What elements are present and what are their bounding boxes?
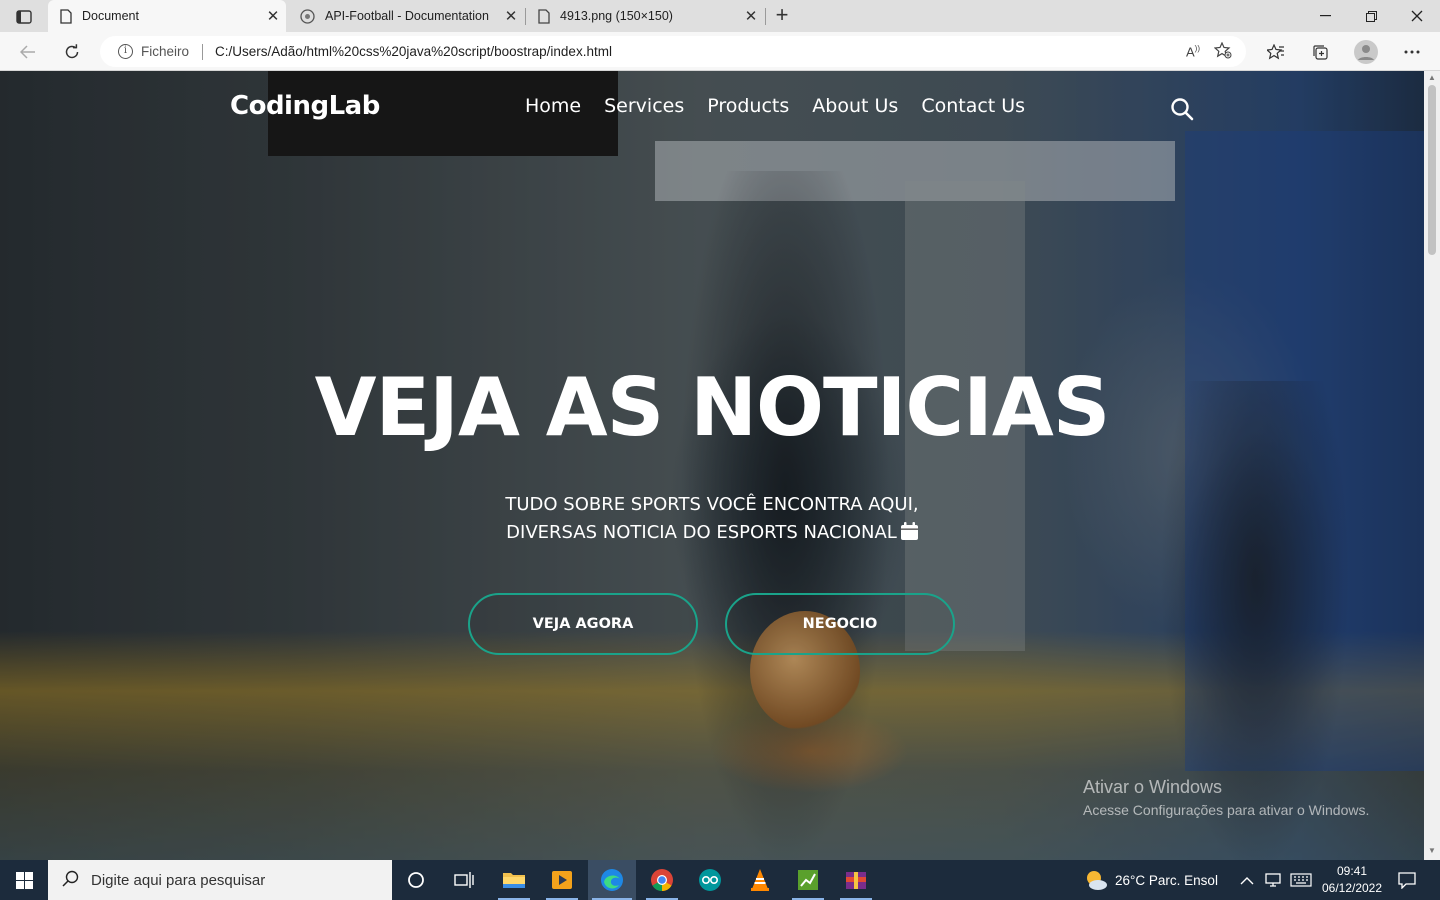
tab-actions-menu-icon[interactable] — [8, 6, 40, 28]
profile-avatar-icon[interactable] — [1352, 38, 1380, 66]
nav-link-home[interactable]: Home — [525, 95, 581, 117]
windows-activation-watermark: Ativar o Windows Acesse Configurações pa… — [1083, 777, 1369, 818]
activation-title: Ativar o Windows — [1083, 777, 1223, 797]
close-tab-icon[interactable]: ✕ — [738, 7, 764, 25]
arduino-icon[interactable] — [686, 860, 734, 900]
windows-start-icon[interactable] — [0, 860, 48, 900]
archive-app-icon[interactable] — [832, 860, 880, 900]
edge-browser-icon[interactable] — [588, 860, 636, 900]
windows-taskbar: Digite aqui para pesquisar 26°C Parc. En… — [0, 860, 1440, 900]
tab-image[interactable]: 4913.png (150×150) ✕ — [526, 0, 764, 32]
scroll-up-icon[interactable]: ▲ — [1428, 73, 1436, 82]
scroll-down-icon[interactable]: ▼ — [1428, 846, 1436, 855]
search-icon[interactable] — [1170, 97, 1194, 121]
weather-text: 26°C Parc. Ensol — [1115, 872, 1218, 888]
file-explorer-icon[interactable] — [490, 860, 538, 900]
page-scrollbar[interactable]: ▲ ▼ — [1424, 71, 1440, 860]
page-icon — [60, 8, 72, 24]
football-icon — [300, 8, 315, 24]
tab-separator — [765, 8, 766, 25]
hero-title: VEJA AS NOTICIAS — [314, 361, 1111, 454]
hero-overlay — [0, 71, 1424, 860]
chart-app-icon[interactable] — [784, 860, 832, 900]
search-icon — [62, 870, 79, 891]
media-player-icon[interactable] — [538, 860, 586, 900]
nav-link-contact[interactable]: Contact Us — [921, 95, 1025, 117]
weather-partly-sunny-icon — [1087, 871, 1107, 890]
browser-tab-bar: Document ✕ API-Football - Documentation … — [0, 0, 1440, 32]
task-view-icon[interactable] — [440, 860, 488, 900]
vlc-player-icon[interactable] — [736, 860, 784, 900]
add-favorite-icon[interactable] — [1213, 41, 1232, 62]
browser-toolbar: i Ficheiro C:/Users/Adão/html%20css%20ja… — [0, 32, 1440, 71]
page-icon — [538, 8, 550, 24]
network-icon[interactable] — [1264, 860, 1282, 900]
negocio-button[interactable]: NEGOCIO — [725, 593, 955, 655]
page-viewport: CodingLab Home Services Products About U… — [0, 71, 1424, 860]
scroll-thumb[interactable] — [1428, 85, 1436, 255]
calendar-icon — [900, 522, 918, 540]
more-options-icon[interactable] — [1398, 38, 1426, 66]
veja-agora-button[interactable]: VEJA AGORA — [468, 593, 698, 655]
read-aloud-icon[interactable]: A)) — [1186, 44, 1200, 59]
url-text[interactable]: C:/Users/Adão/html%20css%20java%20script… — [215, 44, 612, 59]
activation-text: Acesse Configurações para ativar o Windo… — [1083, 802, 1370, 818]
tab-document[interactable]: Document ✕ — [48, 0, 286, 32]
nav-links: Home Services Products About Us Contact … — [525, 95, 1025, 117]
taskbar-search-placeholder: Digite aqui para pesquisar — [91, 871, 266, 889]
new-tab-icon[interactable]: + — [770, 4, 794, 28]
clock-time: 09:41 — [1336, 864, 1368, 878]
tab-title: Document — [82, 9, 139, 23]
refresh-icon[interactable] — [58, 38, 86, 66]
cortana-icon[interactable] — [392, 860, 440, 900]
hero-subtitle-line-1: TUDO SOBRE SPORTS VOCÊ ENCONTRA AQUI, — [505, 494, 919, 515]
restore-icon[interactable] — [1348, 0, 1394, 32]
close-tab-icon[interactable]: ✕ — [498, 7, 524, 25]
tab-title: API-Football - Documentation — [325, 9, 489, 23]
tab-title: 4913.png (150×150) — [560, 9, 673, 23]
scheme-label: Ficheiro — [141, 44, 190, 59]
hero-subtitle-line-2-wrapper: DIVERSAS NOTICIA DO ESPORTS NACIONAL — [0, 519, 1424, 547]
keyboard-icon[interactable] — [1290, 860, 1312, 900]
tab-api-football[interactable]: API-Football - Documentation ✕ — [288, 0, 524, 32]
chrome-browser-icon[interactable] — [638, 860, 686, 900]
taskbar-search-box[interactable]: Digite aqui para pesquisar — [48, 860, 392, 900]
close-tab-icon[interactable]: ✕ — [260, 7, 286, 25]
site-navbar: CodingLab Home Services Products About U… — [0, 71, 1424, 143]
nav-link-about[interactable]: About Us — [812, 95, 898, 117]
weather-widget[interactable]: 26°C Parc. Ensol — [1084, 860, 1218, 900]
info-icon[interactable]: i — [118, 44, 133, 59]
collections-icon[interactable] — [1306, 38, 1334, 66]
back-icon[interactable] — [14, 38, 42, 66]
address-separator — [202, 43, 204, 60]
favorites-icon[interactable] — [1262, 38, 1290, 66]
nav-link-products[interactable]: Products — [707, 95, 789, 117]
clock-date: 06/12/2022 — [1321, 881, 1383, 895]
show-hidden-icons-chevron-icon[interactable] — [1240, 860, 1254, 900]
hero-subtitle-line-2: DIVERSAS NOTICIA DO ESPORTS NACIONAL — [506, 522, 897, 543]
notifications-icon[interactable] — [1398, 860, 1416, 900]
close-window-icon[interactable] — [1394, 0, 1440, 32]
taskbar-clock[interactable]: 09:41 06/12/2022 — [1314, 863, 1390, 897]
hero-subtitle: TUDO SOBRE SPORTS VOCÊ ENCONTRA AQUI, DI… — [0, 491, 1424, 547]
site-logo[interactable]: CodingLab — [230, 91, 380, 121]
minimize-icon[interactable] — [1302, 0, 1348, 32]
address-bar[interactable]: i Ficheiro C:/Users/Adão/html%20css%20ja… — [100, 36, 1246, 67]
nav-link-services[interactable]: Services — [604, 95, 684, 117]
